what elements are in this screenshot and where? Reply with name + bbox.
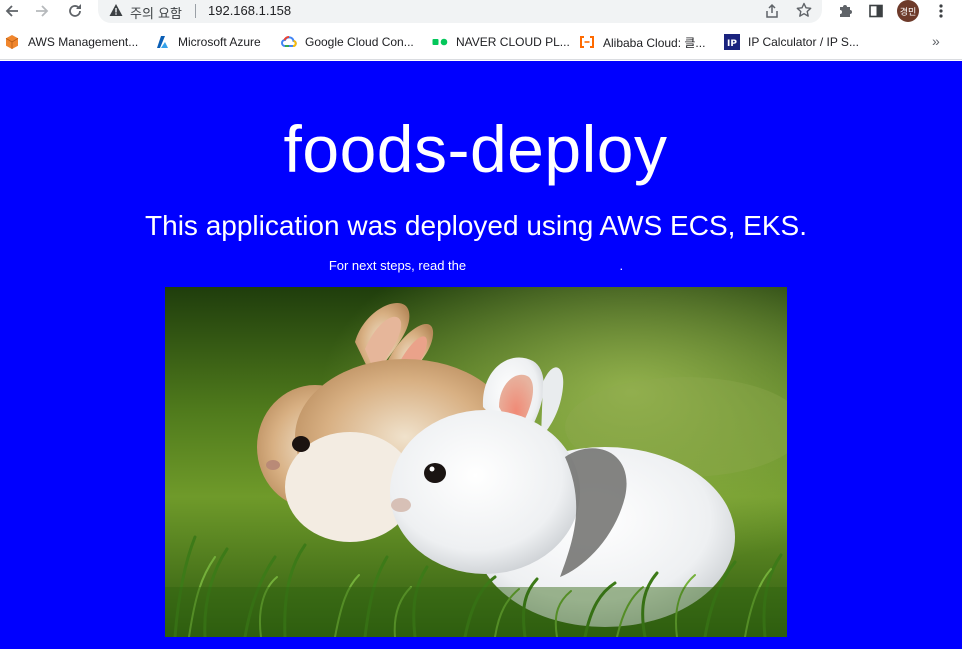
warning-triangle-icon[interactable]	[109, 3, 123, 17]
bookmark-label: AWS Management...	[28, 35, 139, 49]
arrow-left-icon	[5, 5, 18, 17]
bookmark-label: NAVER CLOUD PL...	[456, 35, 570, 49]
bookmark-label: Google Cloud Con...	[305, 35, 414, 49]
next-steps-prefix: For next steps, read the	[328, 258, 467, 273]
more-bookmarks-button[interactable]: »	[932, 33, 940, 49]
ip-calculator-icon: IP	[724, 34, 740, 50]
page-title: foods-deploy	[283, 112, 668, 186]
bookmark-ip-calculator[interactable]: IP IP Calculator / IP S...	[724, 33, 859, 51]
bookmark-google-cloud[interactable]: Google Cloud Con...	[281, 33, 414, 51]
back-button[interactable]	[0, 0, 24, 22]
side-panel-button[interactable]	[867, 2, 885, 20]
google-cloud-icon	[281, 34, 297, 50]
bookmark-alibaba-cloud[interactable]: Alibaba Cloud: 클...	[579, 33, 705, 51]
browser-toolbar: 주의 요함 192.168.1.158 경민	[0, 0, 962, 24]
profile-avatar[interactable]: 경민	[897, 0, 919, 22]
url-text[interactable]: 192.168.1.158	[208, 3, 291, 18]
extensions-button[interactable]	[836, 2, 854, 20]
page-content: foods-deploy This application was deploy…	[0, 61, 962, 649]
bookmark-label: Alibaba Cloud: 클...	[603, 35, 706, 50]
bookmark-aws[interactable]: AWS Management...	[4, 33, 138, 51]
next-steps-line: For next steps, read the AWS ECS Documen…	[0, 258, 952, 273]
bookmark-label: IP Calculator / IP S...	[748, 35, 859, 49]
reload-icon	[69, 4, 81, 17]
page-subtitle: This application was deployed using AWS …	[145, 210, 807, 241]
star-icon[interactable]	[796, 2, 812, 18]
rabbits-photo	[165, 287, 787, 637]
bookmark-naver-cloud[interactable]: NAVER CLOUD PL...	[432, 33, 570, 51]
next-steps-suffix: .	[619, 258, 624, 273]
share-icon[interactable]	[764, 3, 780, 19]
puzzle-icon	[840, 5, 852, 17]
documentation-link[interactable]: AWS ECS Documentation	[469, 258, 620, 273]
reload-button[interactable]	[63, 0, 87, 22]
address-bar[interactable]: 주의 요함 192.168.1.158	[98, 0, 822, 23]
bookmark-label: Microsoft Azure	[178, 35, 261, 49]
bookmarks-bar: AWS Management... Microsoft Azure Google…	[0, 24, 962, 60]
azure-icon	[154, 34, 170, 50]
side-panel-icon	[869, 4, 883, 18]
kebab-menu-icon	[939, 4, 943, 18]
browser-menu-button[interactable]	[932, 2, 950, 20]
forward-button[interactable]	[30, 0, 54, 22]
arrow-right-icon	[36, 5, 49, 17]
aws-cube-icon	[4, 34, 20, 50]
naver-cloud-icon	[432, 34, 448, 50]
security-status-label[interactable]: 주의 요함	[130, 3, 182, 22]
omnibox-divider	[195, 4, 196, 18]
alibaba-cloud-icon	[579, 34, 595, 50]
svg-text:IP: IP	[727, 39, 737, 49]
bookmark-azure[interactable]: Microsoft Azure	[154, 33, 261, 51]
